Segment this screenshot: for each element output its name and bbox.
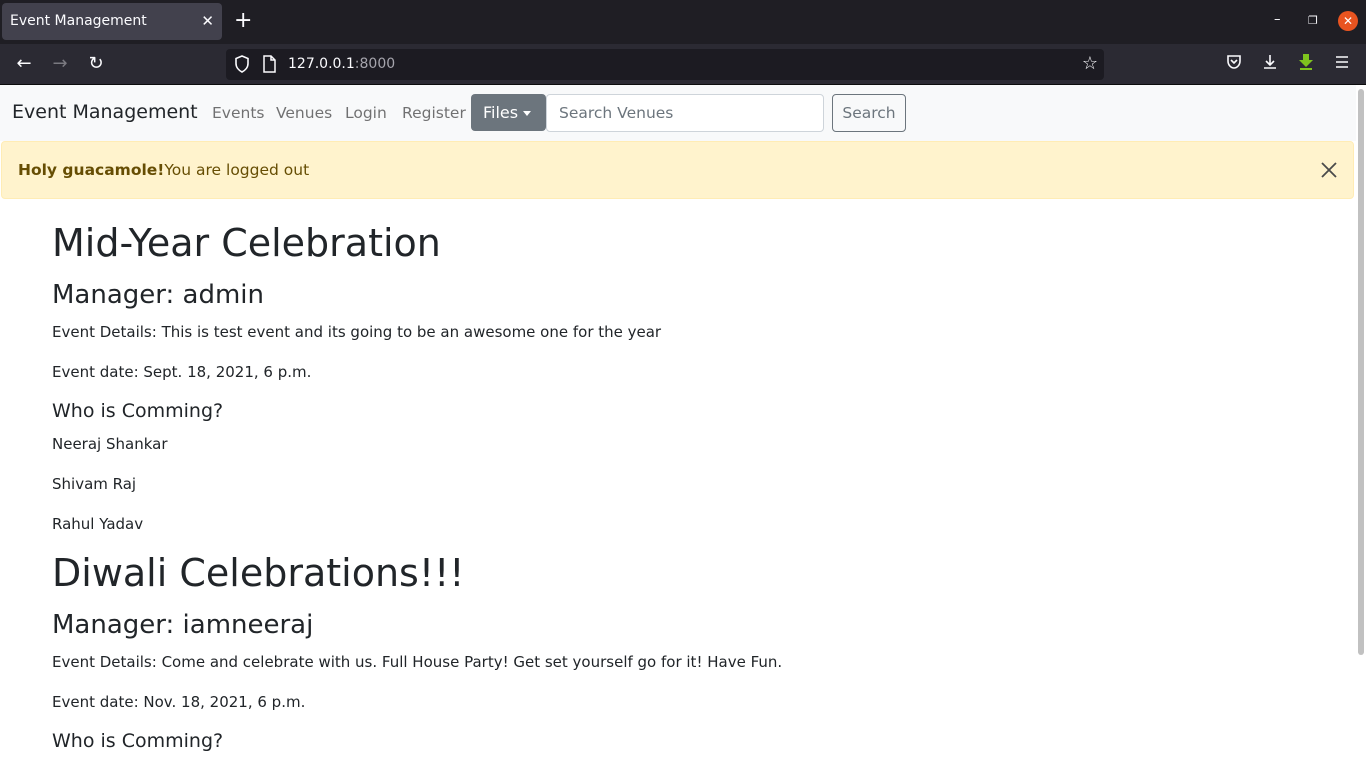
extension-download-icon[interactable] [1295, 53, 1317, 75]
site-navbar: Event Management Events Venues Login Reg… [0, 85, 1356, 141]
event-date: Event date: Sept. 18, 2021, 6 p.m. [52, 363, 312, 381]
nav-link-events[interactable]: Events [212, 104, 264, 122]
attendees-heading: Who is Comming? [52, 400, 224, 422]
browser-toolbar: ← → ↻ 127.0.0.1:8000 ☆ [0, 44, 1366, 85]
bookmark-star-icon[interactable]: ☆ [1082, 53, 1098, 74]
url-bar[interactable]: 127.0.0.1:8000 ☆ [226, 49, 1104, 80]
event-details: Event Details: This is test event and it… [52, 323, 662, 341]
nav-link-login[interactable]: Login [345, 104, 387, 122]
attendees-heading: Who is Comming? [52, 730, 224, 752]
restore-icon[interactable]: ❐ [1308, 14, 1318, 27]
event-manager: Manager: iamneeraj [52, 610, 314, 640]
attendee-name: Rahul Yadav [52, 515, 144, 533]
pocket-icon[interactable] [1223, 53, 1245, 75]
url-host: 127.0.0.1 [288, 56, 355, 72]
page-scrollbar[interactable] [1358, 89, 1364, 655]
logout-alert: Holy guacamole!You are logged out [1, 141, 1354, 199]
alert-message: You are logged out [164, 161, 310, 179]
url-port: :8000 [354, 56, 396, 72]
browser-tab-bar: Event Management ✕ + – ❐ ✕ [0, 0, 1366, 44]
event-manager: Manager: admin [52, 280, 264, 310]
download-icon[interactable] [1259, 53, 1281, 75]
caret-down-icon [523, 111, 531, 116]
page-viewport: Event Management Events Venues Login Reg… [0, 85, 1366, 768]
browser-tab[interactable]: Event Management ✕ [2, 3, 222, 40]
forward-icon[interactable]: → [48, 52, 72, 76]
event-title: Mid-Year Celebration [52, 221, 441, 265]
files-label: Files [483, 103, 519, 122]
menu-icon[interactable] [1331, 53, 1353, 75]
event-title: Diwali Celebrations!!! [52, 551, 465, 595]
brand-link[interactable]: Event Management [12, 101, 198, 123]
new-tab-icon[interactable]: + [234, 10, 252, 32]
nav-link-venues[interactable]: Venues [276, 104, 332, 122]
window-close-icon[interactable]: ✕ [1338, 11, 1358, 31]
alert-strong: Holy guacamole! [18, 161, 165, 179]
tab-close-icon[interactable]: ✕ [201, 3, 214, 40]
tab-title: Event Management [10, 13, 147, 29]
minimize-icon[interactable]: – [1274, 12, 1281, 27]
nav-link-register[interactable]: Register [402, 104, 466, 122]
shield-icon[interactable] [234, 55, 250, 73]
close-icon[interactable] [1319, 160, 1339, 180]
attendee-name: Neeraj Shankar [52, 435, 168, 453]
search-venues-input[interactable] [546, 94, 824, 132]
files-dropdown-button[interactable]: Files [471, 94, 546, 131]
page-icon[interactable] [262, 55, 276, 73]
attendee-name: Shivam Raj [52, 475, 137, 493]
event-date: Event date: Nov. 18, 2021, 6 p.m. [52, 693, 306, 711]
url-text[interactable]: 127.0.0.1:8000 [288, 56, 395, 72]
alert-text: Holy guacamole!You are logged out [18, 161, 309, 179]
search-button[interactable]: Search [832, 94, 906, 132]
reload-icon[interactable]: ↻ [84, 52, 108, 76]
back-icon[interactable]: ← [12, 52, 36, 76]
event-details: Event Details: Come and celebrate with u… [52, 653, 783, 671]
